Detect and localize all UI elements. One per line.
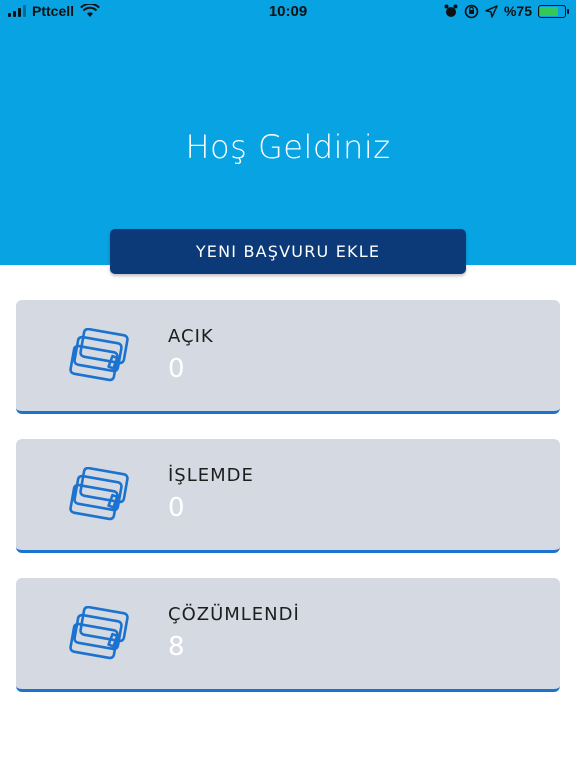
new-application-button[interactable]: YENI BAŞVURU EKLE bbox=[110, 229, 466, 274]
card-label: ÇÖZÜMLENDİ bbox=[168, 604, 300, 625]
cards-icon bbox=[69, 328, 129, 382]
status-card-open[interactable]: AÇIK 0 bbox=[16, 300, 560, 414]
card-label: İŞLEMDE bbox=[168, 465, 254, 486]
card-count: 0 bbox=[168, 354, 185, 384]
status-bar: Pttcell 10:09 %75 bbox=[0, 0, 576, 24]
card-count: 8 bbox=[168, 632, 185, 662]
status-card-resolved[interactable]: ÇÖZÜMLENDİ 8 bbox=[16, 578, 560, 692]
card-count: 0 bbox=[168, 493, 185, 523]
alarm-icon bbox=[444, 4, 458, 17]
status-card-in-progress[interactable]: İŞLEMDE 0 bbox=[16, 439, 560, 553]
battery-percent: %75 bbox=[503, 3, 532, 19]
battery-icon bbox=[538, 4, 569, 18]
header-background: Pttcell 10:09 %75 Hoş Geldiniz bbox=[0, 0, 576, 265]
orientation-lock-icon bbox=[464, 4, 479, 18]
welcome-title: Hoş Geldiniz bbox=[185, 128, 391, 166]
location-icon bbox=[485, 4, 498, 18]
status-right: %75 bbox=[444, 3, 569, 19]
cards-icon bbox=[69, 467, 129, 521]
card-label: AÇIK bbox=[168, 326, 214, 347]
cards-icon bbox=[69, 606, 129, 660]
battery-fill bbox=[540, 6, 558, 16]
